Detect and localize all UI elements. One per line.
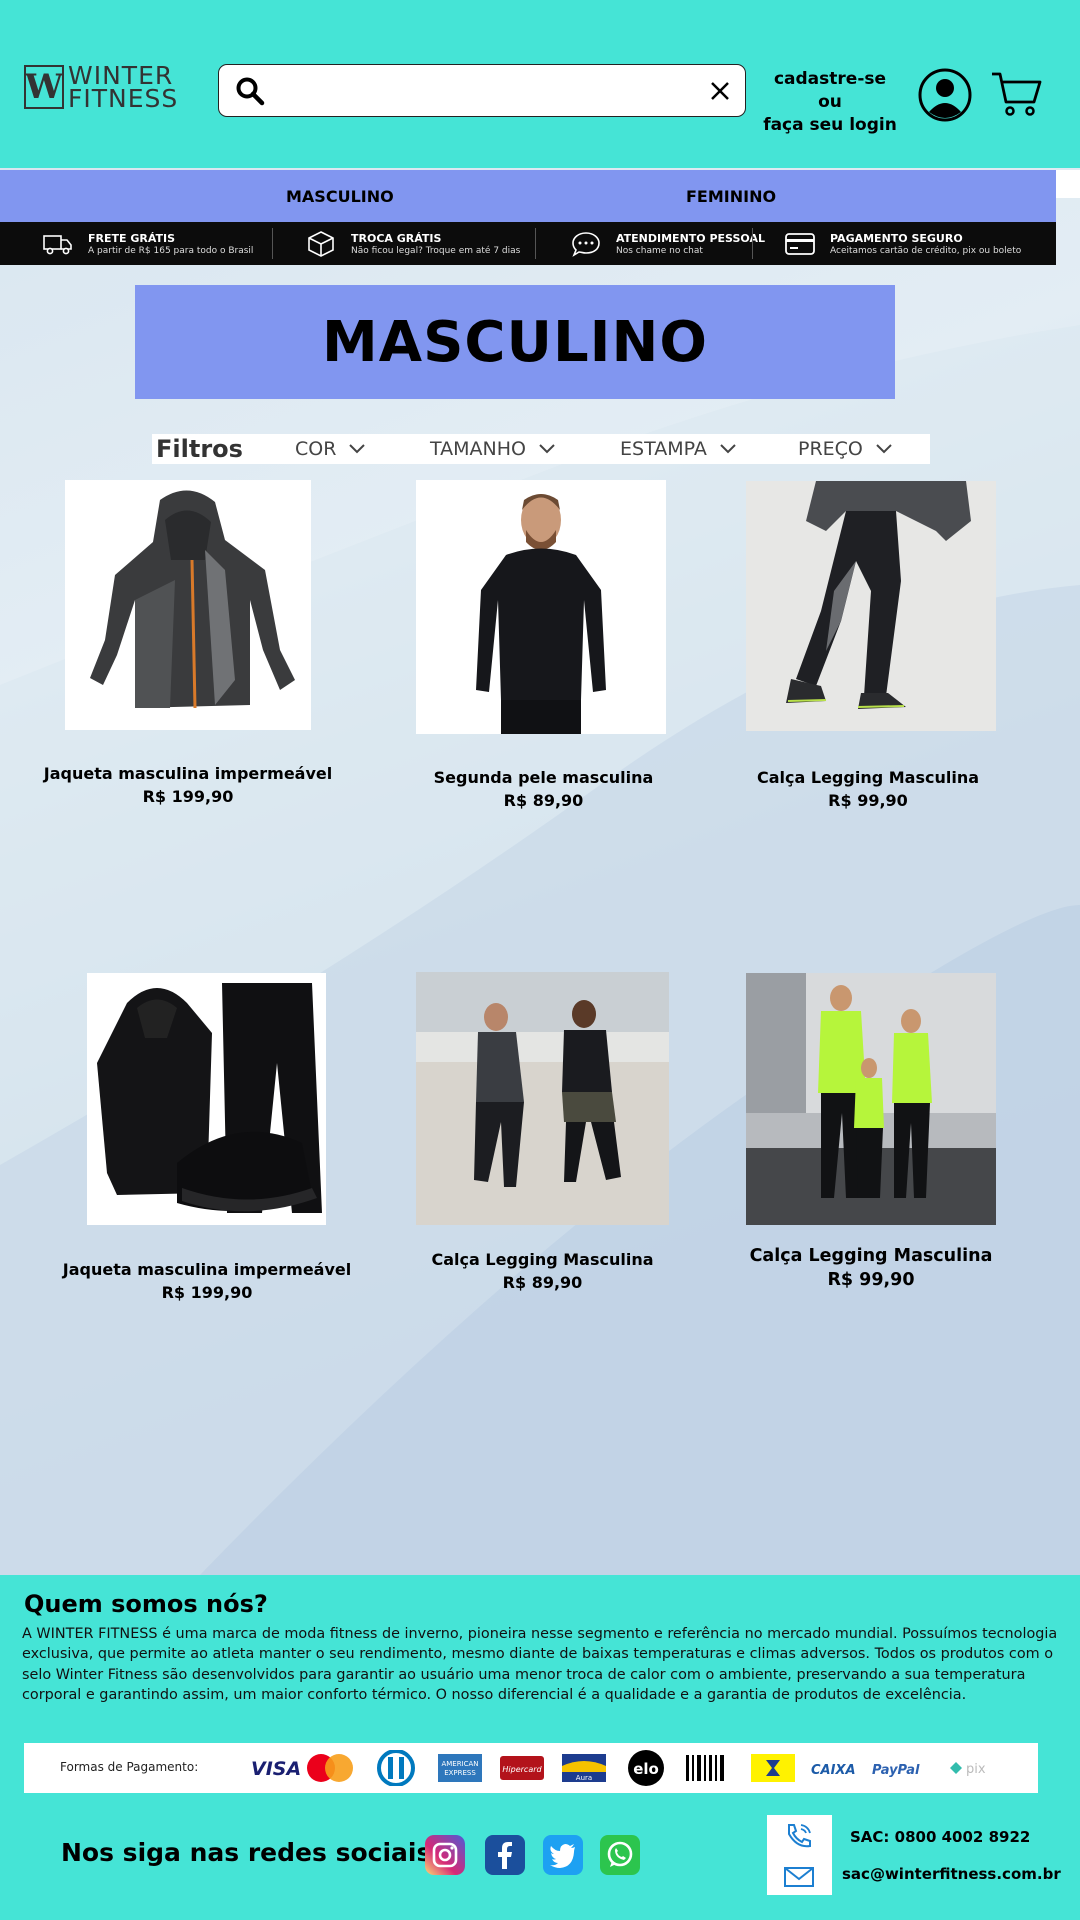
product-price: R$ 199,90	[142, 787, 234, 806]
twitter-icon[interactable]	[543, 1835, 583, 1875]
divider	[272, 228, 273, 259]
logo-mark: W	[24, 65, 64, 109]
logo-text: WINTER FITNESS	[68, 61, 179, 113]
search-icon[interactable]	[235, 76, 265, 106]
instagram-icon[interactable]	[425, 1835, 465, 1875]
filters-label: Filtros	[156, 435, 243, 463]
visa-logo: VISA	[251, 1758, 301, 1780]
product-image-legging[interactable]	[746, 481, 996, 731]
page-title-banner: MASCULINO	[135, 285, 895, 399]
payment-methods: Formas de Pagamento: VISA AMERICAN EXPRE…	[24, 1743, 1038, 1793]
nav-item-feminino[interactable]: FEMININO	[686, 187, 776, 206]
svg-text:elo: elo	[633, 1760, 659, 1778]
product-name[interactable]: Calça Legging Masculina	[746, 1246, 996, 1266]
sac-phone[interactable]: SAC: 0800 4002 8922	[850, 1828, 1030, 1846]
login-link[interactable]: cadastre-se ou faça seu login	[760, 68, 900, 137]
svg-text:Aura: Aura	[576, 1774, 592, 1782]
svg-text:pix: pix	[966, 1762, 986, 1777]
about-text: A WINTER FITNESS é uma marca de moda fit…	[22, 1626, 1058, 1703]
boleto-logo	[686, 1755, 724, 1781]
chevron-down-icon	[539, 444, 555, 454]
svg-text:Hipercard: Hipercard	[502, 1765, 542, 1774]
product-price: R$ 89,90	[503, 791, 584, 810]
chevron-down-icon	[720, 444, 736, 454]
product-name[interactable]: Segunda pele masculina	[416, 768, 671, 787]
paypal-logo: PayPal	[872, 1763, 920, 1778]
diners-logo	[377, 1750, 415, 1786]
divider	[752, 228, 753, 259]
about-title: Quem somos nós?	[24, 1590, 268, 1618]
product-name[interactable]: Jaqueta masculina impermeável	[60, 1260, 354, 1279]
product-image-base-layer[interactable]	[416, 480, 666, 734]
card-icon	[785, 232, 815, 255]
truck-icon	[43, 234, 72, 254]
page-title: MASCULINO	[322, 309, 708, 375]
amex-logo	[438, 1754, 482, 1782]
whatsapp-icon[interactable]	[600, 1835, 640, 1875]
product-price: R$ 99,90	[828, 791, 908, 810]
benefit-frete: FRETE GRÁTIS A partir de R$ 165 para tod…	[42, 222, 253, 265]
product-name[interactable]: Calça Legging Masculina	[416, 1250, 669, 1269]
cart-icon[interactable]	[990, 70, 1042, 118]
sac-email[interactable]: sac@winterfitness.com.br	[842, 1865, 1061, 1883]
phone-icon	[788, 1824, 811, 1848]
nav-edge	[1056, 170, 1080, 198]
chat-icon	[572, 231, 600, 257]
filter-estampa[interactable]: ESTAMPA	[620, 434, 737, 464]
svg-text:EXPRESS: EXPRESS	[444, 1769, 476, 1777]
caixa-logo: CAIXA	[811, 1763, 856, 1778]
product-price: R$ 99,90	[827, 1270, 915, 1290]
benefit-atendimento: ATENDIMENTO PESSOAL Nos chame no chat	[570, 222, 765, 265]
facebook-icon[interactable]	[485, 1835, 525, 1875]
product-name[interactable]: Jaqueta masculina impermeável	[40, 764, 336, 783]
search-input[interactable]	[279, 73, 679, 109]
filters-bar: Filtros COR TAMANHO ESTAMPA PREÇO	[152, 434, 930, 464]
benefit-pagamento: PAGAMENTO SEGURO Aceitamos cartão de cré…	[784, 222, 1021, 265]
chevron-down-icon	[876, 444, 892, 454]
logo[interactable]: W WINTER FITNESS	[24, 61, 179, 113]
svg-text:AMERICAN: AMERICAN	[441, 1760, 478, 1768]
product-image-hoodie-kit[interactable]	[87, 973, 326, 1225]
search-bar	[218, 64, 746, 117]
contact-icons	[767, 1815, 832, 1895]
main-nav: MASCULINO FEMININO	[0, 170, 1056, 222]
product-price: R$ 199,90	[161, 1283, 253, 1302]
filter-tamanho[interactable]: TAMANHO	[430, 434, 556, 464]
product-price: R$ 89,90	[502, 1273, 583, 1292]
social-title: Nos siga nas redes sociais:	[61, 1838, 442, 1867]
pix-logo	[950, 1762, 962, 1774]
payments-label: Formas de Pagamento:	[60, 1760, 199, 1774]
filter-preco[interactable]: PREÇO	[798, 434, 893, 464]
box-icon	[308, 230, 334, 257]
chevron-down-icon	[349, 444, 366, 454]
product-image-jacket[interactable]	[65, 480, 311, 730]
nav-item-masculino[interactable]: MASCULINO	[286, 187, 394, 206]
product-name[interactable]: Calça Legging Masculina	[740, 768, 996, 787]
divider	[535, 228, 536, 259]
user-icon[interactable]	[918, 68, 972, 122]
product-image-neon-tracksuit[interactable]	[746, 973, 996, 1225]
close-icon[interactable]	[707, 78, 733, 104]
benefits-bar: FRETE GRÁTIS A partir de R$ 165 para tod…	[0, 222, 1056, 265]
benefit-troca: TROCA GRÁTIS Não ficou legal? Troque em …	[305, 222, 520, 265]
product-image-runners[interactable]	[416, 972, 669, 1225]
mail-icon	[784, 1867, 814, 1887]
filter-cor[interactable]: COR	[295, 434, 366, 464]
payment-logos: VISA AMERICAN EXPRESS Hipercard Aura elo…	[251, 1750, 986, 1786]
